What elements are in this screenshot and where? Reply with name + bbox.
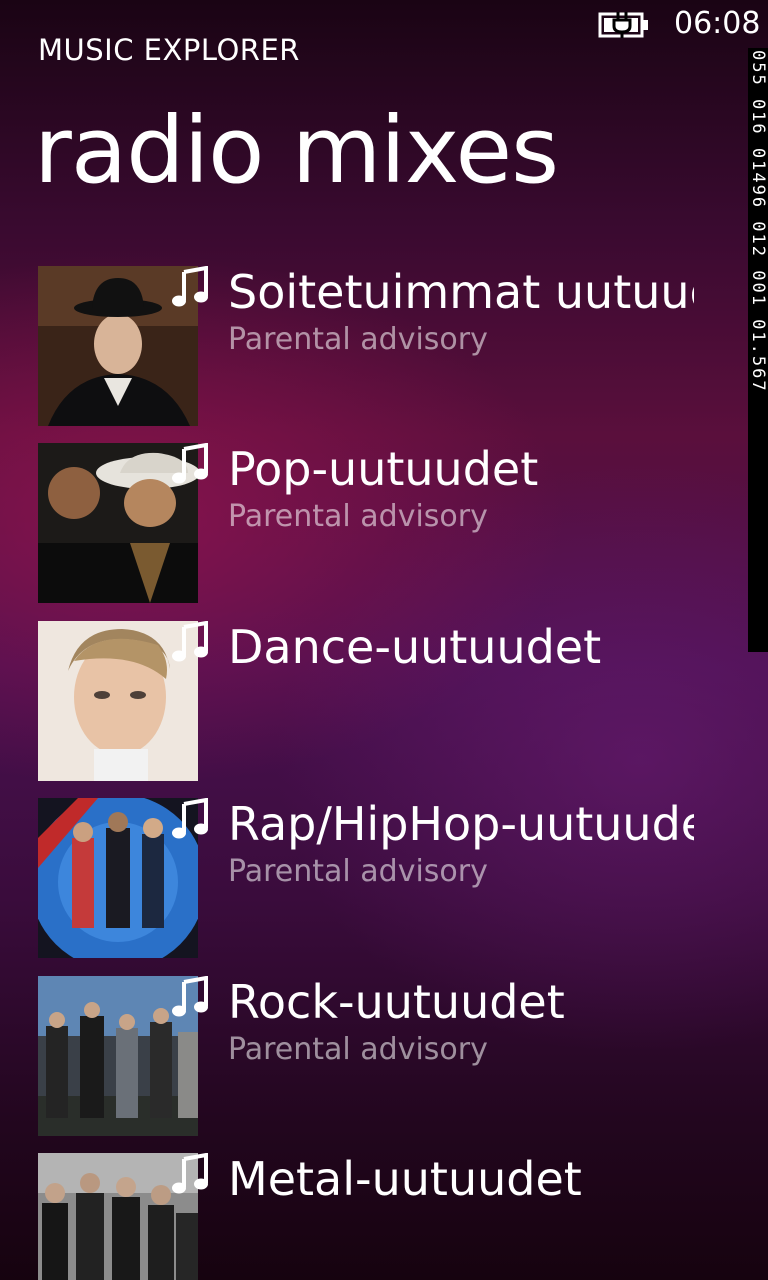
frame-rate-counter-text: 055 016 01496 012 001 01.567: [748, 50, 768, 393]
music-note-icon: [172, 798, 208, 839]
music-note-icon: [172, 621, 208, 662]
list-item[interactable]: Dance-uutuudet: [38, 621, 694, 781]
radio-mix-list: Soitetuimmat uutuudet Parental advisory …: [0, 0, 748, 1280]
mix-subtitle: Parental advisory: [228, 1032, 488, 1067]
music-note-icon: [172, 976, 208, 1017]
list-item[interactable]: Soitetuimmat uutuudet Parental advisory: [38, 266, 694, 426]
list-item[interactable]: Rap/HipHop-uutuudet Parental advisory: [38, 798, 694, 958]
list-item[interactable]: Rock-uutuudet Parental advisory: [38, 976, 694, 1136]
music-note-icon: [172, 1153, 208, 1194]
frame-rate-counter: 055 016 01496 012 001 01.567: [748, 48, 768, 652]
list-item[interactable]: Pop-uutuudet Parental advisory: [38, 443, 694, 603]
music-note-icon: [172, 266, 208, 307]
mix-subtitle: Parental advisory: [228, 854, 488, 889]
mix-title: Soitetuimmat uutuudet: [228, 266, 694, 319]
mix-title: Dance-uutuudet: [228, 621, 602, 674]
mix-subtitle: Parental advisory: [228, 322, 488, 357]
mix-title: Rock-uutuudet: [228, 976, 565, 1029]
list-item[interactable]: Metal-uutuudet: [38, 1153, 694, 1280]
mix-title: Pop-uutuudet: [228, 443, 539, 496]
mix-subtitle: Parental advisory: [228, 499, 488, 534]
music-note-icon: [172, 443, 208, 484]
mix-title: Metal-uutuudet: [228, 1153, 582, 1206]
mix-title: Rap/HipHop-uutuudet: [228, 798, 694, 851]
